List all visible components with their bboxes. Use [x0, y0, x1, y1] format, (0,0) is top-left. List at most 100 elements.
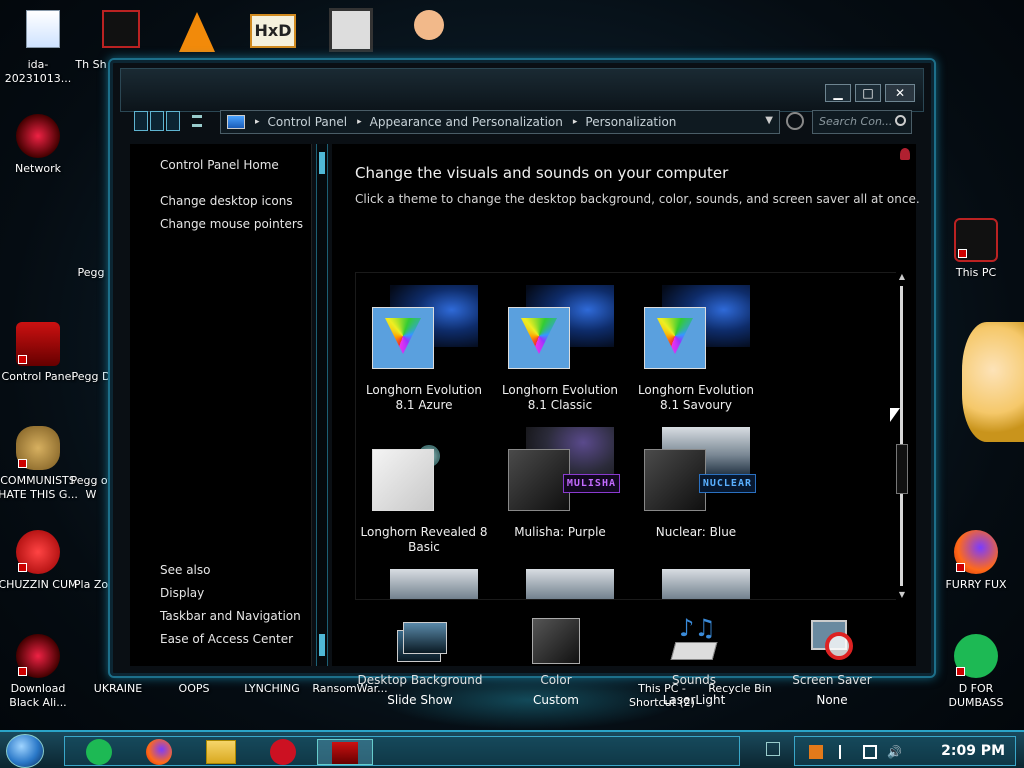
scroll-down-icon[interactable]: ▼	[896, 590, 908, 600]
scroll-thumb[interactable]	[319, 152, 325, 174]
taskbar-firefox[interactable]	[139, 739, 179, 765]
desktop-item-label: Th Sh	[75, 58, 107, 71]
chuzzle-icon	[16, 530, 60, 574]
breadcrumb-control-panel[interactable]: Control Panel	[268, 115, 348, 129]
breadcrumb-personalization[interactable]: Personalization	[585, 115, 676, 129]
setting-label: Desktop Background	[357, 673, 483, 687]
network-tray-icon[interactable]	[863, 745, 877, 759]
desktop-item-this-pc[interactable]: This PC	[934, 218, 1018, 280]
clock[interactable]: 2:09 PM	[941, 743, 1005, 759]
setting-value: Custom	[533, 693, 579, 707]
setting-value: Slide Show	[387, 693, 453, 707]
theme-item[interactable]: Longhorn Revealed 8 Basic	[356, 427, 492, 555]
mouse-cursor-icon	[890, 408, 900, 422]
desktop-item-ukraine[interactable]: UKRAINE	[76, 682, 160, 696]
hxd-icon[interactable]: HxD	[248, 6, 298, 54]
menu-icon[interactable]	[192, 115, 202, 127]
theme-wallpaper-text: NUCLEAR	[698, 474, 756, 493]
theme-name: Longhorn Evolution 8.1 Azure	[365, 383, 483, 412]
vlc-icon[interactable]	[172, 6, 222, 54]
color-fan-icon	[657, 318, 693, 354]
view-toggle[interactable]	[134, 111, 214, 133]
chevron-down-icon[interactable]: ▼	[765, 115, 773, 126]
theme-item[interactable]	[356, 569, 492, 599]
close-button[interactable]: ✕	[885, 84, 915, 102]
theme-name: Mulisha: Purple	[514, 525, 606, 539]
show-desktop-icon[interactable]	[766, 742, 780, 756]
theme-name: Longhorn Evolution 8.1 Savoury	[637, 383, 755, 412]
desktop-item-d-for-dumbass[interactable]: D FOR DUMBASS	[934, 634, 1018, 710]
screen-saver-setting[interactable]: Screen Saver None	[762, 616, 902, 710]
cartoon-character-image	[962, 322, 1024, 442]
theme-item[interactable]: MULISHA Mulisha: Purple	[492, 427, 628, 540]
desktop-item-network[interactable]: Network	[0, 114, 80, 176]
firefox-icon	[146, 739, 172, 765]
left-pane-scrollbar[interactable]	[316, 144, 328, 666]
theme-item[interactable]: NUCLEAR Nuclear: Blue	[628, 427, 764, 540]
theme-name: Longhorn Revealed 8 Basic	[360, 525, 488, 554]
desktop-item-label: UKRAINE	[93, 682, 143, 695]
taskbar-navigation-link[interactable]: Taskbar and Navigation	[160, 609, 301, 623]
minimize-button[interactable]: ▁	[825, 84, 851, 102]
control-panel-home-link[interactable]: Control Panel Home	[160, 158, 279, 172]
taskbar-control-panel[interactable]	[317, 739, 373, 765]
theme-color-swatch	[372, 307, 434, 369]
maximize-button[interactable]: □	[855, 84, 881, 102]
theme-item[interactable]	[628, 569, 764, 599]
tray-app-icon[interactable]	[809, 745, 823, 759]
maze-app-icon[interactable]	[326, 6, 376, 54]
scroll-thumb[interactable]	[896, 444, 908, 494]
setting-value: LaserLight	[662, 693, 726, 707]
title-bar[interactable]: ▁ □ ✕	[120, 68, 924, 112]
desktop-app-icon[interactable]	[96, 6, 146, 54]
volume-icon[interactable]: 🔊	[887, 745, 902, 759]
breadcrumb-separator[interactable]: ▸	[357, 117, 362, 127]
desktop-item-furry-fux[interactable]: FURRY FUX	[934, 530, 1018, 592]
theme-color-swatch	[508, 307, 570, 369]
color-fan-icon	[521, 318, 557, 354]
taskbar-chat-app[interactable]	[79, 739, 119, 765]
taskbar-file-explorer[interactable]	[201, 739, 241, 765]
color-swatch-icon	[529, 616, 583, 666]
search-input[interactable]: Search Con...	[812, 110, 912, 134]
sounds-setting[interactable]: ♪♫ Sounds LaserLight	[624, 616, 764, 710]
money-bag-icon	[16, 426, 60, 470]
color-setting[interactable]: Color Custom	[486, 616, 626, 710]
breadcrumb-separator[interactable]: ▸	[255, 117, 260, 127]
desktop-item-download[interactable]: Download Black Ali...	[0, 634, 80, 710]
folder-icon	[206, 740, 236, 764]
display-link[interactable]: Display	[160, 586, 204, 600]
start-button[interactable]	[6, 734, 44, 768]
theme-item[interactable]: Longhorn Evolution 8.1 Savoury	[628, 285, 764, 413]
desktop-item-oops[interactable]: OOPS	[152, 682, 236, 696]
setting-label: Sounds	[671, 673, 717, 687]
desktop-background-setting[interactable]: Desktop Background Slide Show	[350, 616, 490, 710]
desktop-item-label: Pegg D	[71, 370, 111, 383]
refresh-icon[interactable]	[786, 112, 804, 130]
help-icon[interactable]	[900, 148, 910, 160]
change-desktop-icons-link[interactable]: Change desktop icons	[160, 194, 293, 208]
user-avatar-icon[interactable]	[404, 6, 454, 54]
taskbar-devcpp[interactable]	[263, 739, 303, 765]
flag-icon[interactable]	[839, 745, 853, 759]
desktop-item-lynching[interactable]: LYNCHING	[230, 682, 314, 696]
breadcrumb-appearance[interactable]: Appearance and Personalization	[370, 115, 563, 129]
scroll-thumb[interactable]	[319, 634, 325, 656]
address-bar[interactable]: ▸ Control Panel ▸ Appearance and Persona…	[220, 110, 780, 134]
taskbar-apps	[64, 736, 740, 766]
breadcrumb-separator[interactable]: ▸	[573, 117, 578, 127]
computer-icon	[954, 218, 998, 262]
document-icon[interactable]	[18, 6, 68, 54]
chat-app-icon	[86, 739, 112, 765]
scroll-up-icon[interactable]: ▲	[896, 272, 908, 282]
theme-scrollbar[interactable]: ▲ ▼	[896, 272, 908, 600]
theme-item[interactable]: Longhorn Evolution 8.1 Classic	[492, 285, 628, 413]
change-mouse-pointers-link[interactable]: Change mouse pointers	[160, 217, 303, 231]
ease-of-access-link[interactable]: Ease of Access Center	[160, 632, 293, 646]
theme-item[interactable]	[492, 569, 628, 599]
theme-color-swatch	[372, 449, 434, 511]
control-panel-icon	[332, 742, 358, 764]
theme-item[interactable]: Longhorn Evolution 8.1 Azure	[356, 285, 492, 413]
devcpp-icon	[270, 739, 296, 765]
search-icon[interactable]	[895, 115, 906, 126]
